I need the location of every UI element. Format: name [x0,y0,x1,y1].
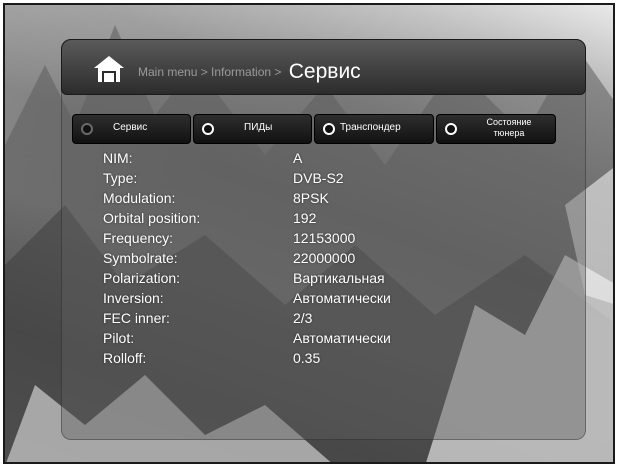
info-value: 12153000 [293,230,356,246]
info-value: 8PSK [293,190,329,206]
info-value: Вартикальная [293,270,385,286]
info-row-fec-inner: FEC inner: 2/3 [103,310,523,329]
tab-transponder[interactable]: Транспондер [314,114,434,144]
tab-label: Состояние тюнера [473,117,545,139]
home-icon[interactable] [92,54,126,84]
info-key: Orbital position: [103,210,201,226]
tab-pids[interactable]: ПИДы [193,114,312,144]
info-value: A [293,150,303,166]
info-row-inversion: Inversion: Автоматически [103,290,523,309]
page-title: Сервис [288,60,361,83]
radio-dot-icon [202,123,214,135]
info-row-pilot: Pilot: Автоматически [103,330,523,349]
info-key: Type: [103,170,138,186]
info-row-symbolrate: Symbolrate: 22000000 [103,250,523,269]
tab-label: Сервис [113,122,148,133]
header-bar: Main menu > Information > Сервис [61,39,586,95]
info-value: Автоматически [293,330,391,346]
breadcrumb: Main menu > Information > Сервис [138,58,361,83]
info-row-modulation: Modulation: 8PSK [103,190,523,209]
info-value: Автоматически [293,290,391,306]
info-key: Symbolrate: [103,250,178,266]
radio-dot-icon [81,123,93,135]
info-row-orbital-position: Orbital position: 192 [103,210,523,229]
breadcrumb-path: Main menu > Information > [138,65,282,79]
radio-dot-icon [323,123,335,135]
info-row-frequency: Frequency: 12153000 [103,230,523,249]
info-key: Rolloff: [103,350,147,366]
info-key: NIM: [103,150,133,166]
tab-label: ПИДы [244,122,273,133]
tab-label-line2: тюнера [493,128,525,138]
info-row-nim: NIM: A [103,150,523,169]
info-key: Inversion: [103,290,164,306]
info-value: 2/3 [293,310,313,326]
info-key: Modulation: [103,190,176,206]
info-row-type: Type: DVB-S2 [103,170,523,189]
info-key: Frequency: [103,230,174,246]
info-key: Pilot: [103,330,135,346]
info-value: 22000000 [293,250,356,266]
info-row-polarization: Polarization: Вартикальная [103,270,523,289]
tab-service[interactable]: Сервис [72,114,191,144]
info-value: DVB-S2 [293,170,344,186]
info-row-rolloff: Rolloff: 0.35 [103,350,523,369]
info-value: 0.35 [293,350,321,366]
info-key: Polarization: [103,270,181,286]
tab-tuner-status[interactable]: Состояние тюнера [436,114,556,144]
tab-label: Транспондер [340,122,401,133]
info-value: 192 [293,210,317,226]
tab-label-line1: Состояние [486,117,532,127]
tv-screen: Main menu > Information > Сервис Сервис … [3,3,615,464]
info-key: FEC inner: [103,310,170,326]
radio-dot-icon [445,123,457,135]
